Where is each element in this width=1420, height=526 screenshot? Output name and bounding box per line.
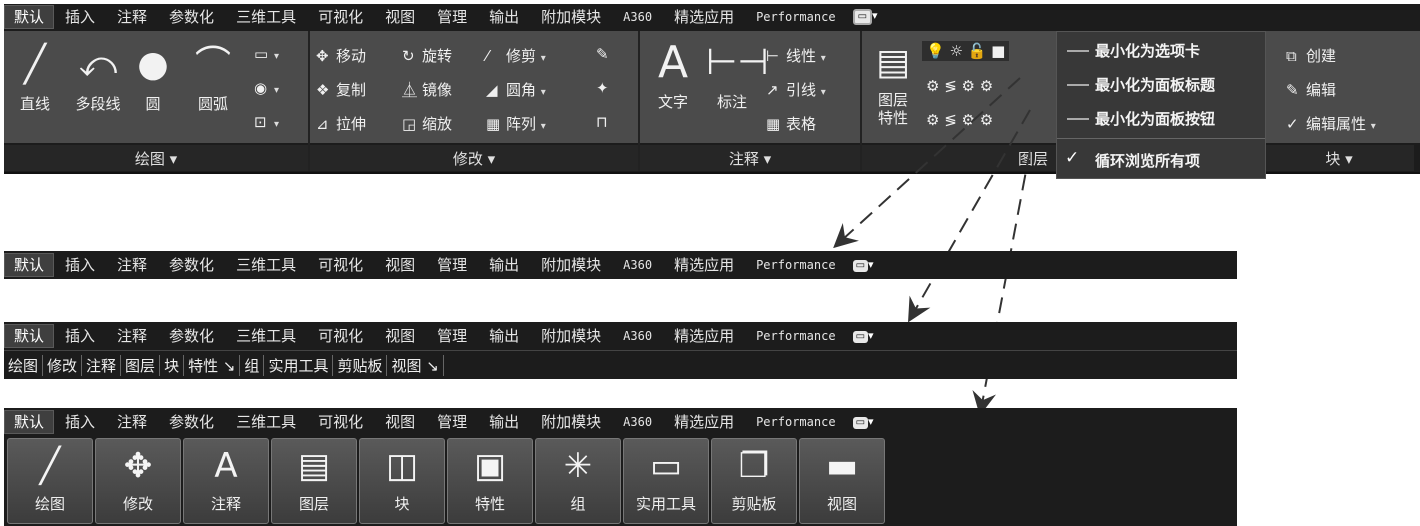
tab-featured-apps[interactable]: 精选应用 <box>663 411 745 433</box>
ribbon-minimize-button[interactable]: ▭ ▾ <box>847 329 880 343</box>
tab-a360[interactable]: A360 <box>612 325 663 347</box>
panel-title-annotation[interactable]: 注释 <box>82 354 122 376</box>
panel-button-groups[interactable]: ✳ 组 <box>535 438 621 524</box>
panel-title-properties[interactable]: 特性 ↘ <box>184 354 241 376</box>
tab-addins[interactable]: 附加模块 <box>530 325 612 347</box>
tab-insert[interactable]: 插入 <box>54 254 106 276</box>
tab-manage[interactable]: 管理 <box>426 254 478 276</box>
tab-visualize[interactable]: 可视化 <box>307 325 374 347</box>
tab-3d-tools[interactable]: 三维工具 <box>225 254 307 276</box>
view-icon: ▬ <box>825 446 859 486</box>
tab-performance[interactable]: Performance <box>745 254 846 276</box>
tab-default[interactable]: 默认 <box>4 253 55 277</box>
panel-title-block[interactable]: 块 <box>160 354 185 376</box>
tab-performance[interactable]: Performance <box>745 325 846 347</box>
panel-titles-row: 绘图 修改 注释 图层 块 特性 ↘ 组 实用工具 剪贴板 视图 ↘ <box>4 350 1237 379</box>
tab-3d-tools[interactable]: 三维工具 <box>225 325 307 347</box>
tab-output[interactable]: 输出 <box>478 325 530 347</box>
tab-view[interactable]: 视图 <box>374 325 426 347</box>
panel-button-utilities[interactable]: ▭ 实用工具 <box>623 438 709 524</box>
panel-title-utilities[interactable]: 实用工具 <box>264 354 334 376</box>
tab-default[interactable]: 默认 <box>4 410 55 434</box>
arrow-to-tabs <box>833 77 1021 249</box>
tab-parametric[interactable]: 参数化 <box>158 254 225 276</box>
tab-output[interactable]: 输出 <box>478 254 530 276</box>
panel-button-layers[interactable]: ▤ 图层 <box>271 438 357 524</box>
tab-insert[interactable]: 插入 <box>54 325 106 347</box>
tab-featured-apps[interactable]: 精选应用 <box>663 254 745 276</box>
tab-visualize[interactable]: 可视化 <box>307 254 374 276</box>
tab-annotate[interactable]: 注释 <box>106 254 158 276</box>
properties-icon: ▣ <box>473 446 507 486</box>
tab-addins[interactable]: 附加模块 <box>530 254 612 276</box>
layers-icon: ▤ <box>297 446 331 486</box>
panel-title-view[interactable]: 视图 ↘ <box>387 354 444 376</box>
panel-title-groups[interactable]: 组 <box>240 354 265 376</box>
tab-a360[interactable]: A360 <box>612 411 663 433</box>
tab-insert[interactable]: 插入 <box>54 411 106 433</box>
ribbon-minimize-button[interactable]: ▭ ▾ <box>847 258 880 272</box>
panel-button-draw[interactable]: ╱ 绘图 <box>7 438 93 524</box>
panel-title-modify[interactable]: 修改 <box>43 354 83 376</box>
tab-output[interactable]: 输出 <box>478 411 530 433</box>
tab-bar-2: 默认 插入 注释 参数化 三维工具 可视化 视图 管理 输出 附加模块 A360… <box>4 251 1237 279</box>
draw-icon: ╱ <box>39 446 61 486</box>
tab-a360[interactable]: A360 <box>612 254 663 276</box>
panel-button-clipboard[interactable]: ❐ 剪贴板 <box>711 438 797 524</box>
tab-annotate[interactable]: 注释 <box>106 325 158 347</box>
panel-button-modify[interactable]: ✥ 修改 <box>95 438 181 524</box>
panel-button-view[interactable]: ▬ 视图 <box>799 438 885 524</box>
modify-icon: ✥ <box>123 446 153 486</box>
tab-addins[interactable]: 附加模块 <box>530 411 612 433</box>
panel-title-layers[interactable]: 图层 <box>121 354 161 376</box>
tab-performance[interactable]: Performance <box>745 411 846 433</box>
tab-default[interactable]: 默认 <box>4 324 55 348</box>
tab-bar-3: 默认 插入 注释 参数化 三维工具 可视化 视图 管理 输出 附加模块 A360… <box>4 322 1237 350</box>
tab-manage[interactable]: 管理 <box>426 411 478 433</box>
panel-button-annotation[interactable]: A 注释 <box>183 438 269 524</box>
tab-view[interactable]: 视图 <box>374 411 426 433</box>
group-icon: ✳ <box>563 446 593 486</box>
tab-parametric[interactable]: 参数化 <box>158 325 225 347</box>
tab-view[interactable]: 视图 <box>374 254 426 276</box>
utilities-icon: ▭ <box>649 446 683 486</box>
tab-annotate[interactable]: 注释 <box>106 411 158 433</box>
tab-3d-tools[interactable]: 三维工具 <box>225 411 307 433</box>
tab-manage[interactable]: 管理 <box>426 325 478 347</box>
tab-visualize[interactable]: 可视化 <box>307 411 374 433</box>
tab-bar-4: 默认 插入 注释 参数化 三维工具 可视化 视图 管理 输出 附加模块 A360… <box>4 408 1237 436</box>
panel-title-draw[interactable]: 绘图 <box>4 354 44 376</box>
tab-parametric[interactable]: 参数化 <box>158 411 225 433</box>
block-icon: ◫ <box>385 446 419 486</box>
ribbon-minimize-button[interactable]: ▭ ▾ <box>847 415 880 429</box>
panel-button-properties[interactable]: ▣ 特性 <box>447 438 533 524</box>
tab-featured-apps[interactable]: 精选应用 <box>663 325 745 347</box>
clipboard-icon: ❐ <box>738 446 770 486</box>
annotation-icon: A <box>214 446 238 486</box>
panel-title-clipboard[interactable]: 剪贴板 <box>333 354 388 376</box>
arrow-to-panel-titles <box>908 109 1031 323</box>
panel-button-block[interactable]: ◫ 块 <box>359 438 445 524</box>
